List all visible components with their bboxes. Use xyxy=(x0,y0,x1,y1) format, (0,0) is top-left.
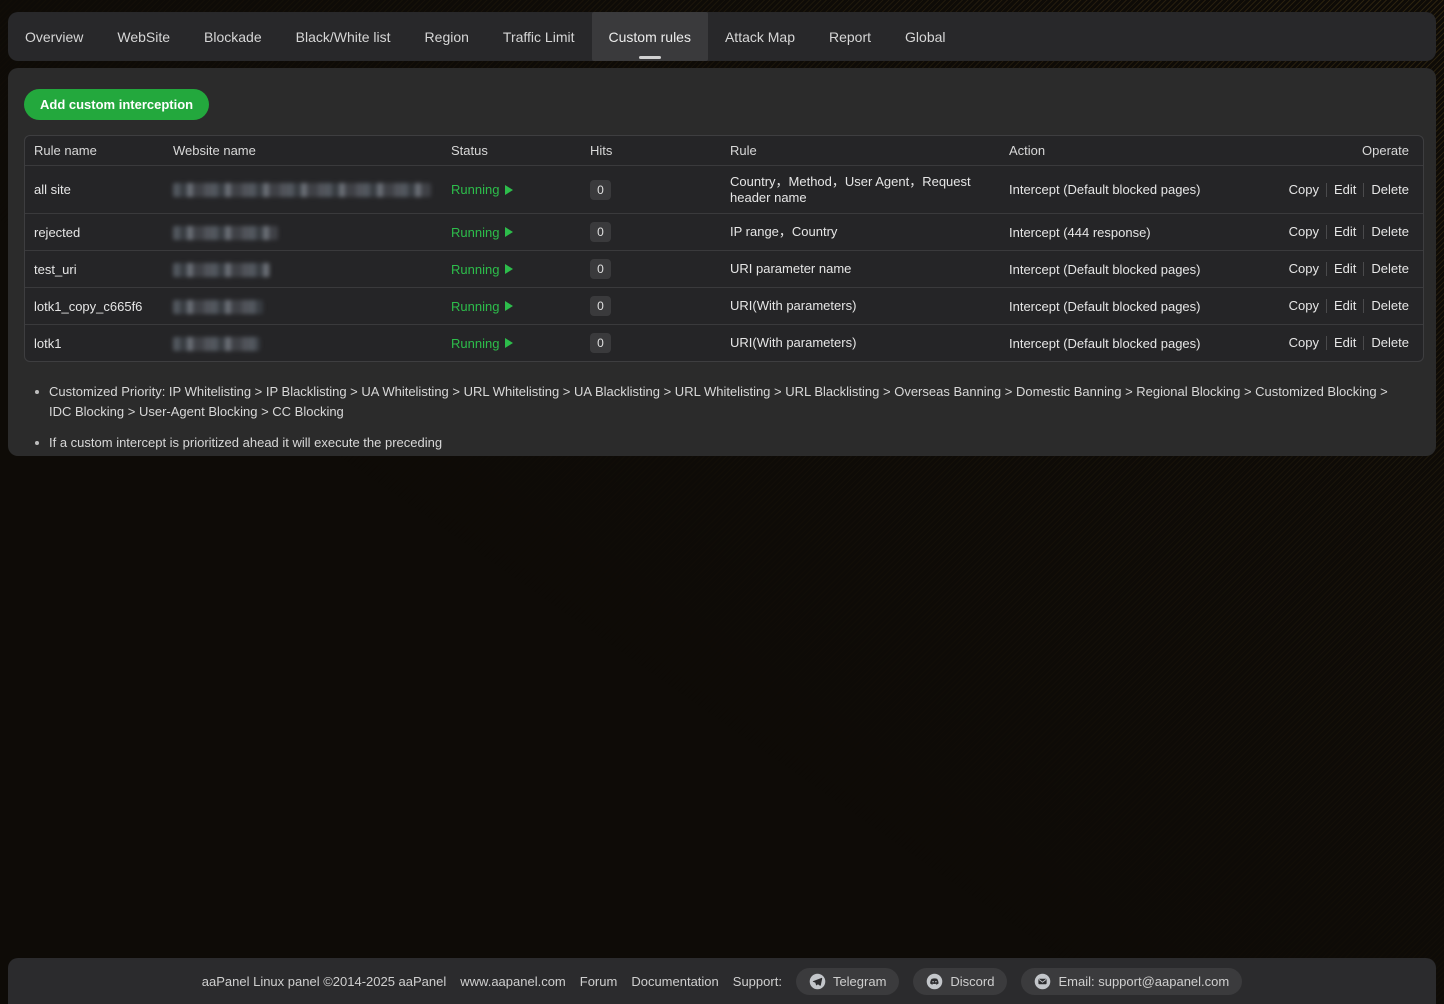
col-header-rule-name: Rule name xyxy=(25,143,164,158)
top-navigation: Overview WebSite Blockade Black/White li… xyxy=(8,12,1436,61)
status-toggle[interactable]: Running xyxy=(451,262,513,277)
delete-link[interactable]: Delete xyxy=(1363,336,1409,350)
tab-region[interactable]: Region xyxy=(408,12,486,61)
tab-blockade[interactable]: Blockade xyxy=(187,12,279,61)
tab-global[interactable]: Global xyxy=(888,12,962,61)
discord-label: Discord xyxy=(950,974,994,989)
hits-badge: 0 xyxy=(590,180,611,200)
hits-badge: 0 xyxy=(590,333,611,353)
email-button[interactable]: Email: support@aapanel.com xyxy=(1021,968,1242,995)
rules-table: Rule name Website name Status Hits Rule … xyxy=(24,135,1424,362)
aapanel-site-link[interactable]: www.aapanel.com xyxy=(460,974,566,989)
hits-badge: 0 xyxy=(590,222,611,242)
col-header-website-name: Website name xyxy=(164,143,442,158)
waf-custom-rules-page: Overview WebSite Blockade Black/White li… xyxy=(0,0,1444,1004)
edit-link[interactable]: Edit xyxy=(1326,225,1363,239)
edit-link[interactable]: Edit xyxy=(1326,183,1363,197)
copyright-text: aaPanel Linux panel ©2014-2025 aaPanel xyxy=(202,974,447,989)
rule-name-cell: lotk1 xyxy=(25,336,164,351)
rule-cell: Country，Method，User Agent，Request header… xyxy=(721,174,1000,206)
action-cell: Intercept (Default blocked pages) xyxy=(1000,336,1293,351)
action-cell: Intercept (Default blocked pages) xyxy=(1000,182,1293,197)
rule-cell: URI(With parameters) xyxy=(721,335,1000,351)
col-header-hits: Hits xyxy=(581,143,721,158)
telegram-icon xyxy=(809,973,826,990)
table-row: all site Running 0 Country，Method，User A… xyxy=(25,165,1423,213)
table-body: all site Running 0 Country，Method，User A… xyxy=(25,165,1423,361)
rule-name-cell: rejected xyxy=(25,225,164,240)
rule-name-cell: test_uri xyxy=(25,262,164,277)
tab-report[interactable]: Report xyxy=(812,12,888,61)
hits-badge: 0 xyxy=(590,296,611,316)
edit-link[interactable]: Edit xyxy=(1326,299,1363,313)
delete-link[interactable]: Delete xyxy=(1363,299,1409,313)
priority-notes: Customized Priority: IP Whitelisting > I… xyxy=(32,382,1420,453)
telegram-label: Telegram xyxy=(833,974,886,989)
hits-badge: 0 xyxy=(590,259,611,279)
play-icon xyxy=(505,264,513,274)
website-name-redacted xyxy=(173,337,260,351)
status-toggle[interactable]: Running xyxy=(451,182,513,197)
col-header-operate: Operate xyxy=(1293,143,1423,158)
copy-link[interactable]: Copy xyxy=(1282,336,1326,350)
discord-button[interactable]: Discord xyxy=(913,968,1007,995)
documentation-link[interactable]: Documentation xyxy=(631,974,718,989)
play-icon xyxy=(505,338,513,348)
tab-overview[interactable]: Overview xyxy=(8,12,100,61)
edit-link[interactable]: Edit xyxy=(1326,336,1363,350)
footer: aaPanel Linux panel ©2014-2025 aaPanel w… xyxy=(8,958,1436,1004)
website-name-redacted xyxy=(173,226,278,240)
status-toggle[interactable]: Running xyxy=(451,336,513,351)
delete-link[interactable]: Delete xyxy=(1363,225,1409,239)
status-toggle[interactable]: Running xyxy=(451,299,513,314)
table-header-row: Rule name Website name Status Hits Rule … xyxy=(25,136,1423,165)
tab-website[interactable]: WebSite xyxy=(100,12,187,61)
rule-cell: IP range，Country xyxy=(721,224,1000,240)
play-icon xyxy=(505,185,513,195)
custom-rules-panel: Add custom interception Rule name Websit… xyxy=(8,68,1436,456)
tab-custom-rules[interactable]: Custom rules xyxy=(592,12,708,61)
website-name-redacted xyxy=(173,300,263,314)
tab-black-white-list[interactable]: Black/White list xyxy=(279,12,408,61)
action-cell: Intercept (Default blocked pages) xyxy=(1000,262,1293,277)
website-name-redacted xyxy=(173,183,431,197)
action-cell: Intercept (Default blocked pages) xyxy=(1000,299,1293,314)
delete-link[interactable]: Delete xyxy=(1363,183,1409,197)
play-icon xyxy=(505,227,513,237)
col-header-rule: Rule xyxy=(721,143,1000,158)
copy-link[interactable]: Copy xyxy=(1282,225,1326,239)
copy-link[interactable]: Copy xyxy=(1282,262,1326,276)
tab-attack-map[interactable]: Attack Map xyxy=(708,12,812,61)
add-custom-interception-button[interactable]: Add custom interception xyxy=(24,89,209,120)
support-label: Support: xyxy=(733,974,782,989)
action-cell: Intercept (444 response) xyxy=(1000,225,1293,240)
note-priority-order: Customized Priority: IP Whitelisting > I… xyxy=(32,382,1409,422)
table-row: lotk1 Running 0 URI(With parameters) Int… xyxy=(25,324,1423,361)
col-header-action: Action xyxy=(1000,143,1293,158)
rule-name-cell: all site xyxy=(25,182,164,197)
col-header-status: Status xyxy=(442,143,581,158)
email-icon xyxy=(1034,973,1051,990)
copy-link[interactable]: Copy xyxy=(1282,183,1326,197)
rule-cell: URI(With parameters) xyxy=(721,298,1000,314)
note-execution: If a custom intercept is prioritized ahe… xyxy=(32,433,1409,453)
forum-link[interactable]: Forum xyxy=(580,974,618,989)
table-row: lotk1_copy_c665f6 Running 0 URI(With par… xyxy=(25,287,1423,324)
table-row: rejected Running 0 IP range，Country Inte… xyxy=(25,213,1423,250)
copy-link[interactable]: Copy xyxy=(1282,299,1326,313)
edit-link[interactable]: Edit xyxy=(1326,262,1363,276)
play-icon xyxy=(505,301,513,311)
website-name-redacted xyxy=(173,263,270,277)
status-toggle[interactable]: Running xyxy=(451,225,513,240)
email-label: Email: support@aapanel.com xyxy=(1058,974,1229,989)
tab-traffic-limit[interactable]: Traffic Limit xyxy=(486,12,592,61)
rule-name-cell: lotk1_copy_c665f6 xyxy=(25,299,164,314)
delete-link[interactable]: Delete xyxy=(1363,262,1409,276)
table-row: test_uri Running 0 URI parameter name In… xyxy=(25,250,1423,287)
discord-icon xyxy=(926,973,943,990)
rule-cell: URI parameter name xyxy=(721,261,1000,277)
telegram-button[interactable]: Telegram xyxy=(796,968,899,995)
